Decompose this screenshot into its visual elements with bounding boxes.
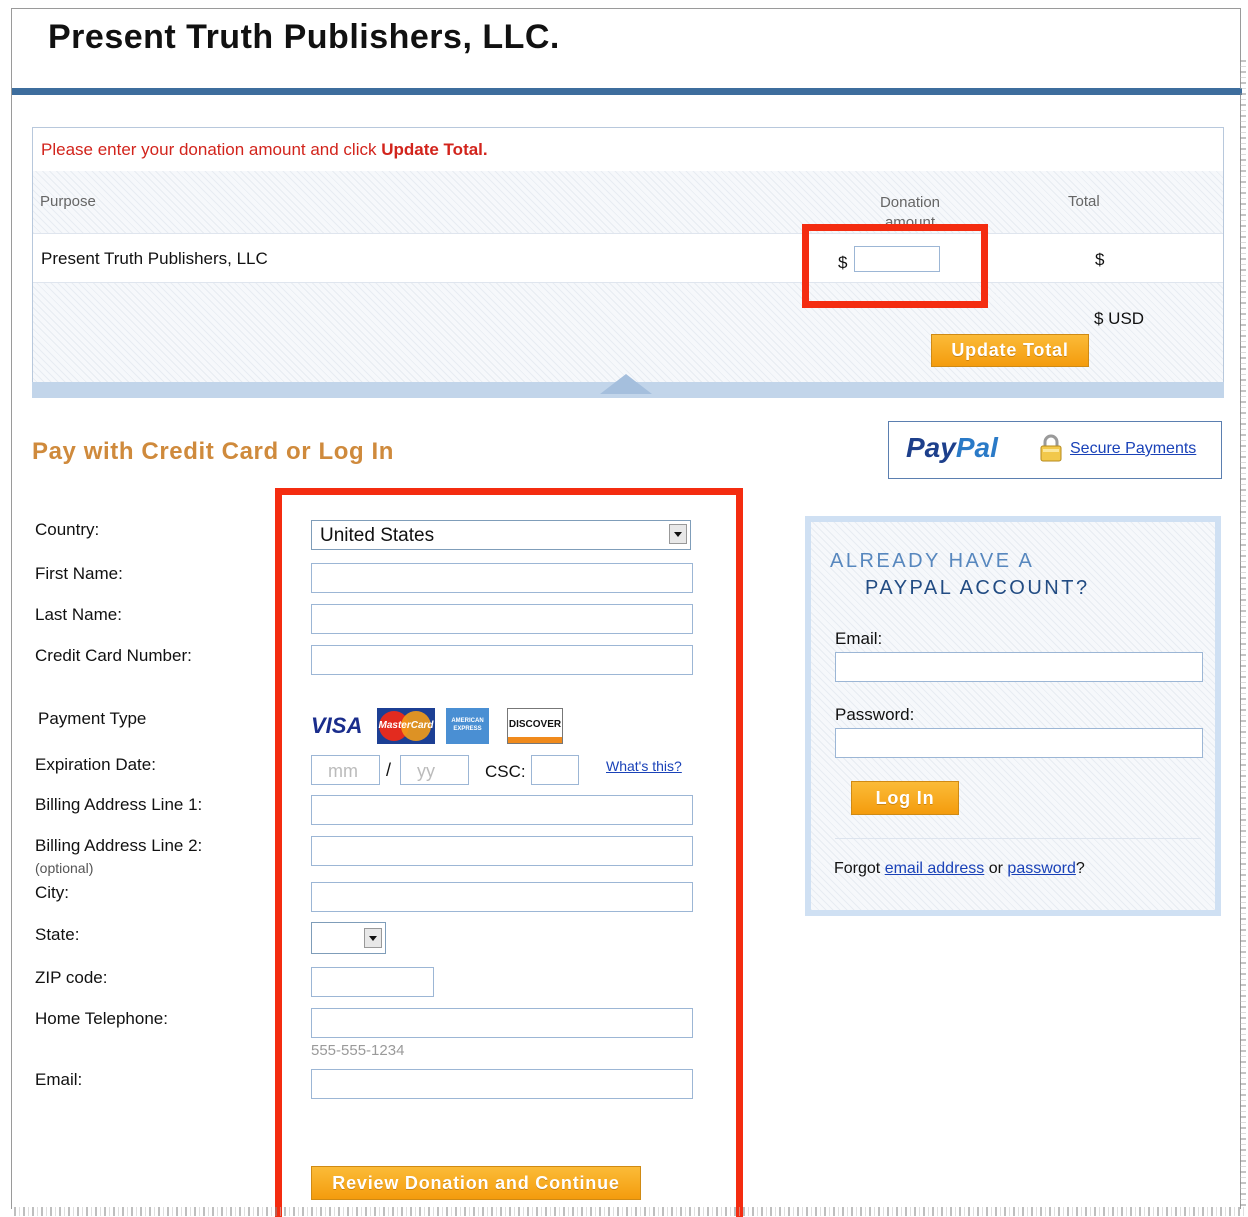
torn-edge-bottom	[14, 1207, 1244, 1216]
notice-bold: Update Total.	[381, 140, 488, 159]
login-heading-line1: ALREADY HAVE A	[830, 550, 1035, 572]
purpose-value: Present Truth Publishers, LLC	[41, 249, 268, 268]
login-password-label: Password:	[835, 705, 915, 724]
label-phone: Home Telephone:	[35, 1009, 168, 1028]
label-optional: (optional)	[35, 860, 94, 876]
label-billing-1: Billing Address Line 1:	[35, 795, 203, 814]
login-button[interactable]: Log In	[851, 781, 959, 815]
total-value: $	[1095, 250, 1105, 269]
cart-column-header: Purpose Donation amount Total	[33, 171, 1223, 233]
forgot-suffix: ?	[1075, 860, 1085, 877]
forgot-prefix: Forgot	[834, 860, 885, 877]
login-email-input[interactable]	[835, 652, 1203, 682]
column-total: Total	[1068, 193, 1100, 210]
label-billing-2: Billing Address Line 2:	[35, 836, 203, 855]
notice-text: Please enter your donation amount and cl…	[41, 140, 382, 159]
payment-section-title: Pay with Credit Card or Log In	[32, 438, 395, 465]
login-email-label: Email:	[835, 629, 883, 648]
collapse-arrow-icon[interactable]	[600, 374, 652, 394]
login-divider	[835, 838, 1201, 839]
secure-payments-link[interactable]: Secure Payments	[1070, 440, 1196, 458]
label-card-number: Credit Card Number:	[35, 646, 192, 665]
label-email: Email:	[35, 1070, 83, 1089]
label-expiration: Expiration Date:	[35, 755, 156, 774]
paypal-login-panel: ALREADY HAVE A PAYPAL ACCOUNT? Email: Pa…	[805, 516, 1221, 916]
forgot-password-link[interactable]: password	[1007, 860, 1075, 877]
page-title: Present Truth Publishers, LLC.	[48, 18, 560, 56]
label-city: City:	[35, 883, 69, 902]
label-payment-type: Payment Type	[38, 709, 147, 728]
label-first-name: First Name:	[35, 564, 123, 583]
torn-edge-right	[1240, 60, 1246, 1210]
label-last-name: Last Name:	[35, 605, 122, 624]
paypal-logo: PayPal	[906, 432, 998, 464]
header-divider	[12, 88, 1242, 95]
donation-amount-highlight	[802, 224, 988, 308]
forgot-credentials: Forgot email address or password?	[834, 860, 1085, 878]
update-total-button[interactable]: Update Total	[931, 334, 1089, 367]
paypal-logo-pay: Pay	[906, 432, 956, 463]
donation-notice: Please enter your donation amount and cl…	[41, 140, 488, 160]
card-form-highlight	[275, 488, 743, 1217]
login-password-input[interactable]	[835, 728, 1203, 758]
paypal-secure-badge: PayPal Secure Payments	[888, 421, 1222, 479]
total-usd: $ USD	[1094, 309, 1145, 328]
lock-icon	[1040, 434, 1062, 462]
label-state: State:	[35, 925, 80, 944]
column-purpose: Purpose	[40, 193, 96, 210]
row-divider	[33, 233, 1223, 234]
column-donation-amount: Donation amount	[879, 194, 941, 227]
label-country: Country:	[35, 520, 100, 539]
forgot-or: or	[984, 860, 1008, 877]
forgot-email-link[interactable]: email address	[885, 860, 985, 877]
label-zip: ZIP code:	[35, 968, 108, 987]
paypal-logo-pal: Pal	[955, 432, 998, 463]
login-heading-line2: PAYPAL ACCOUNT?	[865, 577, 1090, 599]
